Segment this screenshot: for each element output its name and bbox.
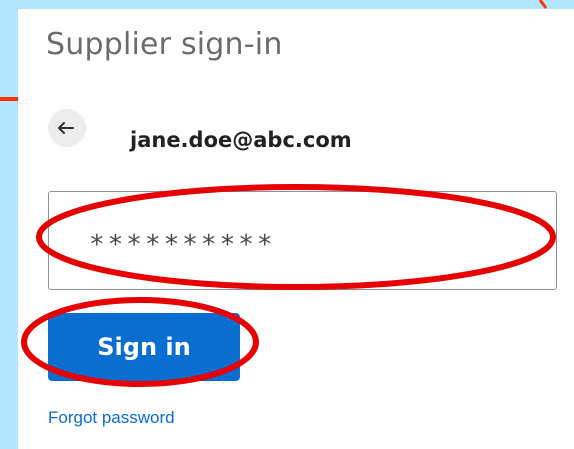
page-title: Supplier sign-in [46,27,283,62]
arrow-left-icon [58,122,74,134]
back-button[interactable] [48,109,86,147]
signin-card: Supplier sign-in jane.doe@abc.com ******… [18,9,574,449]
password-masked-value: ********** [89,230,276,260]
account-email: jane.doe@abc.com [130,128,352,152]
sign-in-button[interactable]: Sign in [48,313,240,381]
password-input[interactable]: ********** [48,191,557,290]
forgot-password-link[interactable]: Forgot password [48,408,175,428]
